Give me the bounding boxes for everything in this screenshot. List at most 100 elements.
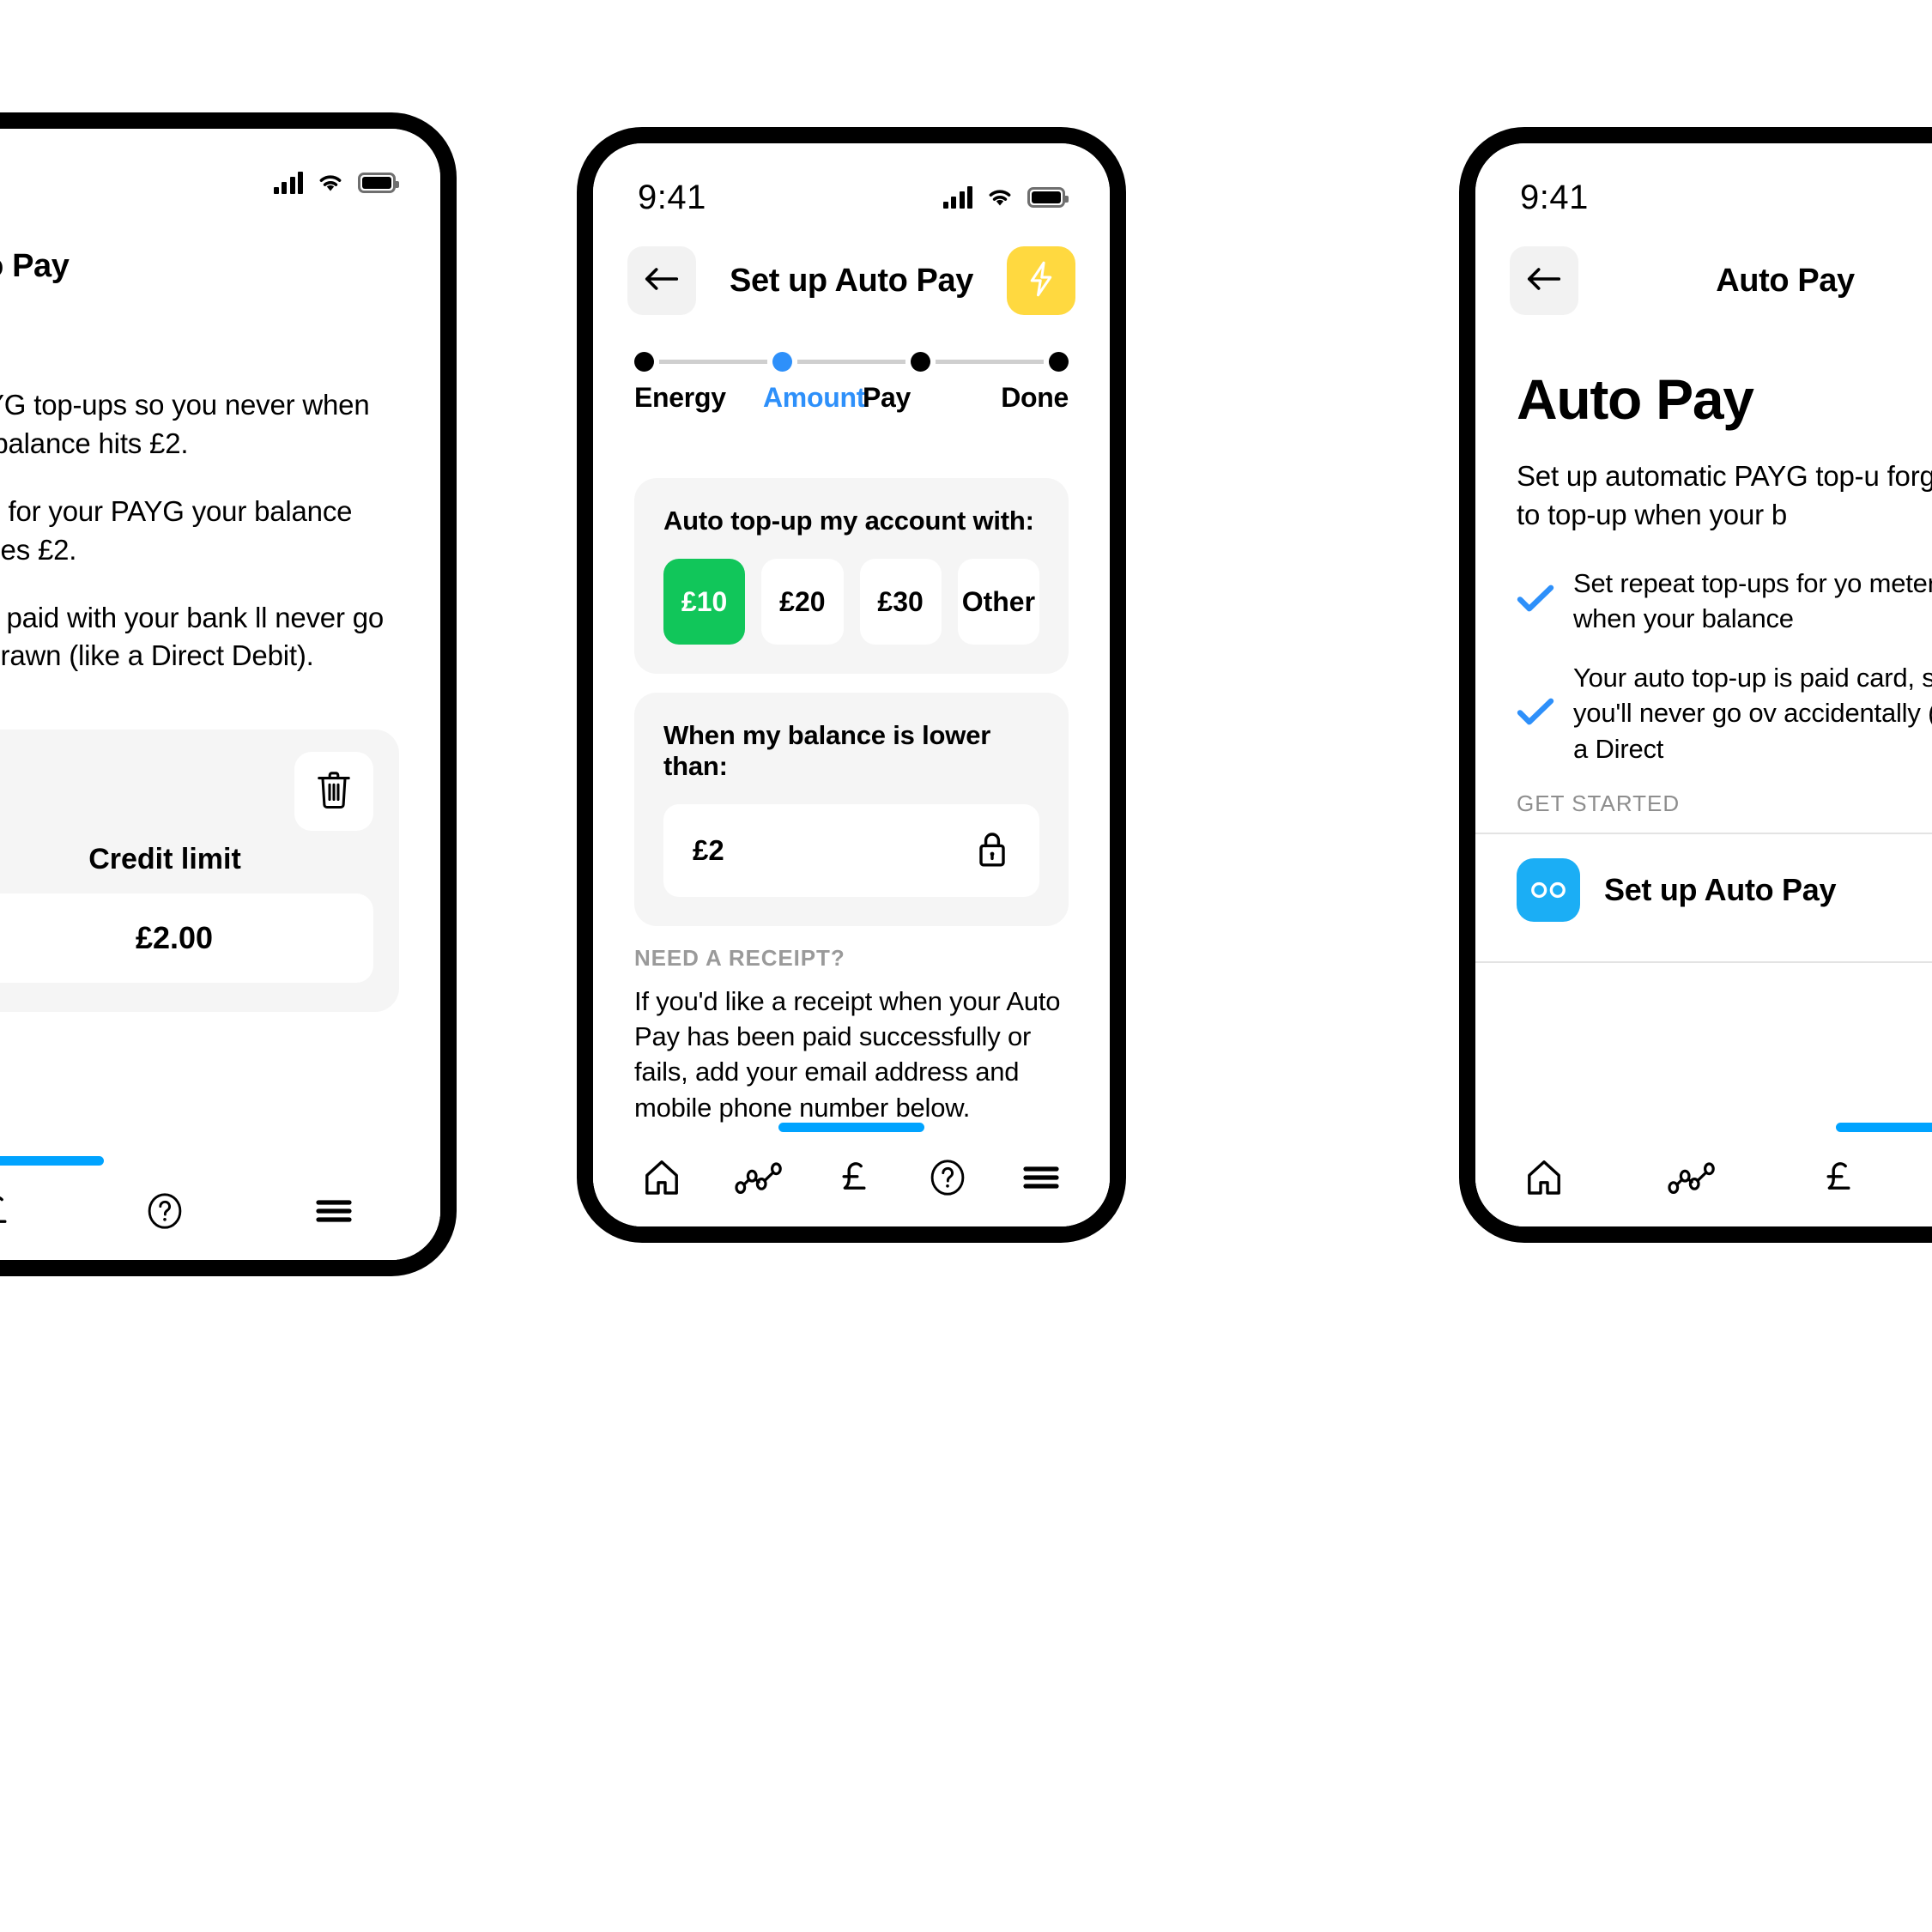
left-home-indicator [0,1156,104,1166]
topup-amount-options: £10 £20 £30 Other [663,559,1039,645]
balance-threshold-card: When my balance is lower than: £2 [634,693,1069,926]
balance-threshold-field[interactable]: £2 [663,804,1039,897]
checklist-item-text: Your auto top-up is paid card, so you'll… [1573,663,1932,764]
credit-limit-value-field[interactable]: £2.00 [0,893,373,983]
amount-option-other[interactable]: Other [957,559,1039,645]
tab-usage[interactable] [1668,1160,1716,1200]
right-home-indicator [1836,1123,1932,1132]
tab-usage[interactable] [734,1160,783,1200]
stepper-label-amount: Amount [763,382,866,413]
tab-help[interactable] [144,1190,185,1237]
stepper-labels: Energy Amount Pay Done [634,382,1069,414]
left-credit-limit-card: Credit limit £2.00 [0,730,440,1012]
list-item-setup-auto-pay[interactable]: Set up Auto Pay [1475,834,1932,946]
left-content: c PAYG top-ups so you never when your ba… [0,386,440,675]
tab-top-up[interactable] [1819,1155,1860,1204]
stepper-dot-energy[interactable] [634,351,654,372]
left-tabbar [0,1166,440,1260]
mid-screen: 9:41 Set up Auto Pay Energy Amount Pay D… [593,143,1110,1226]
stepper-line-3 [936,359,1044,364]
back-button[interactable] [1510,246,1578,315]
right-navbar: Auto Pay [1475,226,1932,336]
setup-stepper: Energy Amount Pay Done [634,351,1069,414]
left-paragraph-2: p-ups for your PAYG your balance reaches… [0,494,353,566]
mid-scroll-area[interactable]: Auto top-up my account with: £10 £20 £30… [593,478,1110,1132]
battery-icon [358,173,399,193]
left-screen: Auto Pay c PAYG top-ups so you never whe… [0,129,440,1260]
tab-top-up[interactable] [0,1189,16,1238]
tab-menu[interactable] [1021,1160,1062,1199]
receipt-section-label: NEED A RECEIPT? [634,945,845,971]
mid-tabbar [593,1132,1110,1226]
receipt-section-body: If you'd like a receipt when your Auto P… [634,986,1061,1123]
topup-amount-card: Auto top-up my account with: £10 £20 £30… [634,478,1069,674]
wifi-icon [317,173,344,193]
balance-threshold-title: When my balance is lower than: [663,720,991,781]
screenshot-stage: Auto Pay c PAYG top-ups so you never whe… [0,0,1932,1932]
wifi-icon [986,187,1014,208]
tab-menu[interactable] [313,1194,354,1232]
pound-icon [0,1189,16,1238]
right-status-time: 9:41 [1520,178,1589,216]
mid-status-time: 9:41 [638,178,706,216]
left-status-bar [0,129,440,211]
pound-icon [1819,1155,1860,1204]
checklist-item-text: Set repeat top-ups for yo meter when you… [1573,567,1932,633]
topup-amount-title: Auto top-up my account with: [663,506,1034,536]
tab-home[interactable] [641,1156,682,1203]
stepper-label-done: Done [1001,382,1069,413]
lightning-button[interactable] [1007,246,1075,315]
menu-icon [313,1194,354,1232]
signal-bars-icon [942,186,972,209]
signal-bars-icon [273,172,303,194]
receipt-section: NEED A RECEIPT? If you'd like a receipt … [593,945,1110,1132]
section-divider [1475,960,1932,963]
stepper-track [634,351,1069,372]
right-content: Auto Pay Set up automatic PAYG top-u for… [1475,346,1932,1132]
stepper-label-energy: Energy [634,382,726,413]
stepper-dot-amount[interactable] [772,351,792,372]
mid-status-bar: 9:41 [593,143,1110,226]
amount-option-30[interactable]: £30 [859,559,942,645]
list-item-label: Set up Auto Pay [1604,871,1837,907]
stepper-dot-done[interactable] [1049,351,1069,372]
infinity-icon [1517,857,1580,922]
amount-option-10[interactable]: £10 [663,559,746,645]
left-paragraph-1: c PAYG top-ups so you never when your ba… [0,389,370,459]
right-status-bar: 9:41 [1475,143,1932,226]
help-icon [927,1156,968,1203]
tab-top-up[interactable] [834,1155,875,1204]
help-icon [144,1190,185,1237]
tab-help[interactable] [927,1156,968,1203]
credit-limit-fields: £2.00 [0,893,373,983]
tab-home[interactable] [1523,1156,1565,1203]
mid-page-title: Set up Auto Pay [730,262,973,299]
get-started-section-label: GET STARTED [1517,790,1681,816]
back-button[interactable] [627,246,696,315]
arrow-left-icon [643,265,681,297]
home-icon [641,1156,682,1203]
right-tabbar [1475,1132,1932,1226]
battery-icon [1027,187,1069,208]
balance-threshold-value: £2 [693,834,724,866]
usage-chart-icon [1668,1160,1716,1200]
stepper-dot-pay[interactable] [911,351,930,372]
checklist-item: Set repeat top-ups for yo meter when you… [1517,566,1932,636]
menu-icon [1021,1160,1062,1199]
check-icon [1517,584,1554,617]
left-navbar: Auto Pay [0,211,440,321]
trash-icon [314,768,354,815]
mid-home-indicator [778,1123,924,1132]
left-page-title: Auto Pay [0,247,70,284]
home-icon [1523,1156,1565,1203]
right-intro-text: Set up automatic PAYG top-u forget to to… [1517,460,1932,530]
check-icon [1517,697,1554,730]
delete-button[interactable] [294,752,373,831]
stepper-label-pay: Pay [863,382,911,413]
left-paragraph-3: -up is paid with your bank ll never go o… [0,601,385,672]
amount-option-20[interactable]: £20 [761,559,844,645]
arrow-left-icon [1525,265,1563,297]
right-screen: 9:41 Auto Pay Auto Pay Set up automatic … [1475,143,1932,1226]
left-status-icons [273,172,399,194]
usage-chart-icon [734,1160,783,1200]
